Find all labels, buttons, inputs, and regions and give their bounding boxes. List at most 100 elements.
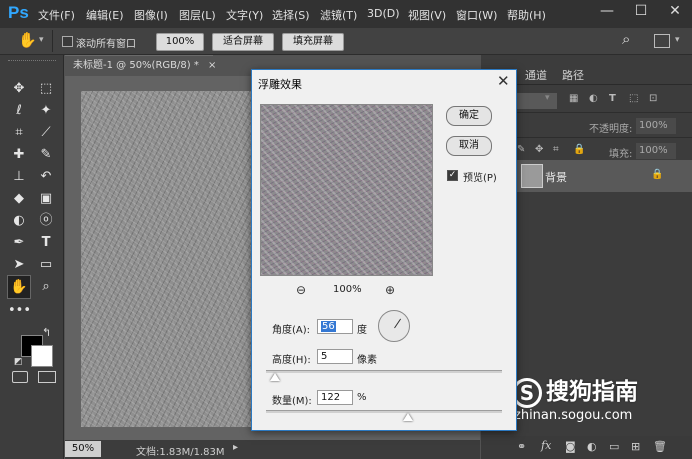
background-color-swatch[interactable] (31, 345, 53, 367)
tab-paths[interactable]: 路径 (562, 67, 584, 83)
magic-wand-icon[interactable]: ✦ (35, 100, 57, 122)
photoshop-logo: Ps (8, 3, 29, 22)
opacity-label: 不透明度: (589, 124, 633, 135)
layer-lock-icon: 🔒 (651, 169, 664, 180)
filter-pixel-icon[interactable]: ▦ (569, 93, 578, 104)
preview-checkbox[interactable]: ✓ (447, 170, 458, 181)
dialog-close-button[interactable]: ✕ (497, 72, 510, 90)
stamp-icon[interactable]: ⊥ (8, 166, 30, 188)
crop-icon[interactable]: ⌗ (8, 122, 30, 144)
zoom-out-icon[interactable]: ⊖ (296, 283, 306, 297)
quick-mask-icon[interactable] (12, 371, 28, 383)
minimize-button[interactable]: — (590, 0, 624, 22)
angle-dial[interactable] (378, 310, 410, 342)
menu-3d[interactable]: 3D(D) (367, 7, 400, 20)
marquee-icon[interactable]: ⬚ (35, 78, 57, 100)
trash-icon[interactable]: 🗑 (653, 440, 667, 453)
gradient-icon[interactable]: ▣ (35, 188, 57, 210)
pen-icon[interactable]: ✒ (8, 232, 30, 254)
move-icon[interactable]: ✥ (8, 78, 30, 100)
filter-shape-icon[interactable]: ⬚ (629, 93, 638, 104)
amount-slider[interactable] (266, 410, 502, 421)
menu-type[interactable]: 文字(Y) (226, 7, 263, 23)
screen-mode-icon[interactable] (38, 371, 56, 383)
new-layer-icon[interactable]: ⊞ (631, 440, 640, 453)
filter-smart-icon[interactable]: ⊡ (649, 93, 657, 104)
height-slider[interactable] (266, 370, 502, 381)
default-colors-icon[interactable]: ◩ (14, 357, 23, 367)
filter-dropdown[interactable]: ▾ (517, 93, 557, 109)
dodge-icon[interactable]: ⓞ (35, 210, 57, 232)
workspace-chevron-icon[interactable]: ▾ (675, 35, 680, 45)
menu-filter[interactable]: 滤镜(T) (320, 7, 357, 23)
path-select-icon[interactable]: ➤ (8, 254, 30, 276)
opacity-field[interactable]: 100% (636, 118, 676, 134)
more-tools-icon[interactable]: ••• (8, 300, 31, 322)
amount-input[interactable]: 122 (317, 390, 353, 405)
lock-artboard-icon[interactable]: ⌗ (553, 144, 559, 155)
height-input[interactable]: 5 (317, 349, 353, 364)
mask-icon[interactable]: ◙ (565, 440, 576, 453)
menu-layer[interactable]: 图层(L) (179, 7, 216, 23)
status-arrow-icon[interactable]: ▸ (233, 442, 238, 453)
chevron-down-icon[interactable]: ▾ (39, 35, 44, 45)
ok-button[interactable]: 确定 (446, 106, 492, 126)
fit-screen-button[interactable]: 适合屏幕 (212, 33, 274, 51)
filter-preview[interactable] (260, 104, 433, 276)
zoom-100-button[interactable]: 100% (156, 33, 204, 51)
close-window-button[interactable]: ✕ (658, 0, 692, 22)
zoom-level-field[interactable]: 50% (65, 441, 101, 457)
cancel-button[interactable]: 取消 (446, 136, 492, 156)
search-icon[interactable]: ⌕ (622, 30, 630, 48)
lock-position-icon[interactable]: ✥ (535, 144, 543, 155)
angle-input[interactable]: 56 (317, 319, 353, 334)
eraser-icon[interactable]: ◆ (8, 188, 30, 210)
zoom-icon[interactable]: ⌕ (35, 276, 57, 298)
type-icon[interactable]: T (35, 232, 57, 254)
adjustment-icon[interactable]: ◐ (587, 440, 597, 453)
height-unit: 像素 (357, 355, 377, 366)
link-icon[interactable]: ⚭ (517, 440, 526, 453)
menu-select[interactable]: 选择(S) (272, 7, 310, 23)
menu-help[interactable]: 帮助(H) (507, 7, 546, 23)
hand-tool-selected[interactable]: ✋ (7, 275, 31, 299)
filter-adjust-icon[interactable]: ◐ (589, 93, 598, 104)
lasso-icon[interactable]: ℓ (8, 100, 30, 122)
rectangle-icon[interactable]: ▭ (35, 254, 57, 276)
height-label: 高度(H): (272, 355, 311, 366)
document-tab-title: 未标题-1 @ 50%(RGB/8) * (73, 60, 199, 71)
fill-label: 填充: (609, 149, 633, 160)
workspace-icon[interactable] (654, 34, 670, 48)
amount-slider-thumb[interactable] (403, 413, 413, 421)
toolbox-grip[interactable] (8, 60, 56, 64)
fill-screen-button[interactable]: 填充屏幕 (282, 33, 344, 51)
document-tab[interactable]: 未标题-1 @ 50%(RGB/8) * × (65, 55, 216, 76)
fx-icon[interactable]: fx (541, 439, 551, 452)
blur-icon[interactable]: ◐ (8, 210, 30, 232)
toolbox: ✥ ⬚ ℓ ✦ ⌗ ⟋ ✚ ✎ ⊥ ↶ ◆ ▣ ◐ ⓞ ✒ T ➤ ▭ ✋ ⌕ … (0, 55, 64, 459)
menu-window[interactable]: 窗口(W) (456, 7, 497, 23)
fill-field[interactable]: 100% (636, 143, 676, 159)
layer-thumbnail (521, 164, 543, 188)
lock-icon[interactable]: 🔒 (573, 144, 585, 155)
menu-edit[interactable]: 编辑(E) (86, 7, 124, 23)
healing-icon[interactable]: ✚ (8, 144, 30, 166)
lock-pixels-icon[interactable]: ✎ (517, 144, 525, 155)
eyedropper-icon[interactable]: ⟋ (35, 122, 57, 144)
menu-image[interactable]: 图像(I) (134, 7, 168, 23)
preview-zoom-level: 100% (333, 284, 362, 295)
scroll-all-checkbox[interactable] (62, 36, 73, 47)
hand-icon[interactable]: ✋ (18, 31, 37, 49)
height-slider-thumb[interactable] (270, 373, 280, 381)
history-brush-icon[interactable]: ↶ (35, 166, 57, 188)
zoom-in-icon[interactable]: ⊕ (385, 283, 395, 297)
filter-type-icon[interactable]: T (609, 93, 616, 104)
maximize-button[interactable]: ☐ (624, 0, 658, 22)
group-icon[interactable]: ▭ (609, 440, 619, 453)
menu-file[interactable]: 文件(F) (38, 7, 75, 23)
document-tab-close[interactable]: × (208, 60, 216, 71)
brush-icon[interactable]: ✎ (35, 144, 57, 166)
menu-view[interactable]: 视图(V) (408, 7, 446, 23)
tab-channels[interactable]: 通道 (525, 67, 547, 83)
swap-colors-icon[interactable]: ↰ (42, 326, 51, 339)
